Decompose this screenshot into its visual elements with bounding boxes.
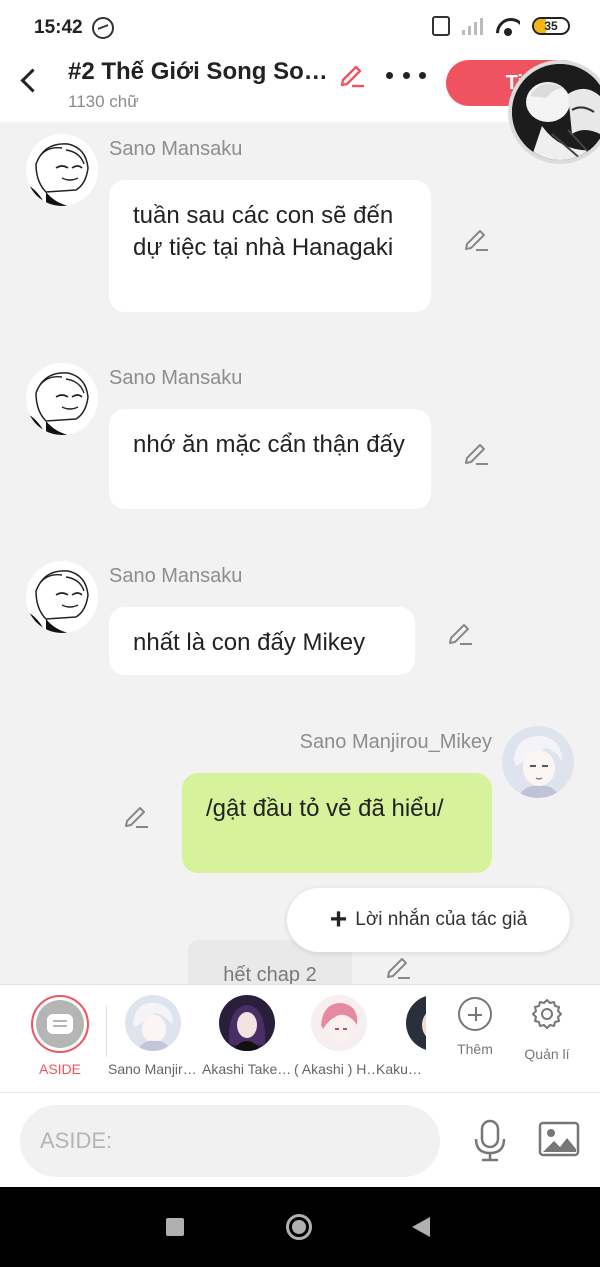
character-name: Sano Manjirou_Mikey — [108, 1061, 198, 1077]
character-bar: ASIDE Sano Manjirou_Mikey Akashi Takeomi… — [0, 984, 600, 1092]
sender-name: Sano Mansaku — [109, 367, 243, 389]
old-man-portrait — [26, 561, 98, 633]
home-icon[interactable] — [286, 1214, 312, 1240]
sender-name: Sano Manjirou_Mikey — [299, 731, 492, 753]
status-icons: 35 — [432, 16, 570, 36]
sender-name: Sano Mansaku — [109, 565, 243, 587]
avatar — [125, 995, 181, 1051]
pencil-icon[interactable] — [122, 801, 150, 829]
chat-area[interactable]: Sano Mansaku tuần sau các con sẽ đến dự … — [0, 122, 600, 984]
avatar[interactable] — [26, 134, 98, 206]
add-character-button[interactable]: Thêm — [440, 997, 510, 1057]
manage-label: Quản lí — [524, 1046, 570, 1062]
more-options-icon[interactable] — [386, 72, 426, 84]
pencil-icon[interactable] — [446, 618, 474, 646]
character-name: ( Akashi ) Haruchiyo — [294, 1061, 384, 1077]
message-bubble[interactable]: nhớ ăn mặc cẩn thận đấy — [109, 409, 431, 509]
author-note-button[interactable]: + Lời nhắn của tác giả — [287, 888, 570, 952]
add-label: Thêm — [457, 1041, 493, 1057]
aside-label: ASIDE — [38, 1061, 81, 1077]
character-name: Kakucho — [376, 1061, 426, 1077]
pencil-icon[interactable] — [338, 60, 366, 88]
signal-icon — [462, 17, 484, 35]
battery-icon: 35 — [532, 17, 570, 35]
input-bar — [0, 1092, 600, 1187]
mikey-portrait — [502, 726, 574, 798]
old-man-portrait — [26, 134, 98, 206]
message-input[interactable] — [20, 1105, 440, 1177]
message-bubble[interactable]: nhất là con đấy Mikey — [109, 607, 415, 675]
back-triangle-icon[interactable] — [412, 1217, 430, 1237]
chapter-title: #2 Thế Giới Song Song — [68, 58, 330, 85]
avatar — [311, 995, 367, 1051]
wifi-icon — [496, 16, 520, 36]
messenger-icon — [92, 17, 114, 39]
image-icon[interactable] — [538, 1121, 580, 1157]
battery-level: 35 — [544, 19, 558, 33]
message-bubble[interactable]: tuần sau các con sẽ đến dự tiệc tại nhà … — [109, 180, 431, 312]
pencil-icon[interactable] — [384, 952, 412, 980]
character-name: Akashi Takeomi — [202, 1061, 292, 1077]
sim-icon — [432, 16, 450, 36]
avatar — [406, 995, 426, 1051]
avatar[interactable] — [26, 363, 98, 435]
status-time: 15:42 — [34, 17, 83, 38]
status-bar: 15:42 35 — [0, 0, 600, 58]
character-item[interactable]: Akashi Takeomi — [202, 995, 292, 1077]
old-man-portrait — [26, 363, 98, 435]
message-icon — [47, 1014, 73, 1034]
microphone-icon[interactable] — [470, 1119, 510, 1163]
pencil-icon[interactable] — [462, 224, 490, 252]
avatar[interactable] — [26, 561, 98, 633]
app-header: #2 Thế Giới Song Song 1130 chữ Tiếp — [0, 58, 600, 164]
back-arrow-icon[interactable] — [18, 68, 38, 94]
character-item[interactable]: ( Akashi ) Haruchiyo — [294, 995, 384, 1077]
divider — [106, 1005, 107, 1057]
author-note-label: Lời nhắn của tác giả — [355, 909, 528, 930]
avatar — [219, 995, 275, 1051]
add-circle-icon — [458, 997, 492, 1031]
character-item[interactable]: Kakucho — [376, 995, 426, 1077]
character-item[interactable]: Sano Manjirou_Mikey — [108, 995, 198, 1077]
pencil-icon[interactable] — [462, 438, 490, 466]
message-bubble-own[interactable]: /gật đầu tỏ vẻ đã hiểu/ — [182, 773, 492, 873]
aside-button[interactable] — [31, 995, 89, 1053]
word-count: 1130 chữ — [68, 92, 139, 111]
sender-name: Sano Mansaku — [109, 138, 243, 160]
avatar[interactable] — [502, 726, 574, 798]
plus-icon: + — [329, 903, 348, 936]
system-nav-bar — [0, 1187, 600, 1267]
recent-apps-icon[interactable] — [166, 1218, 184, 1236]
gear-icon — [532, 999, 562, 1029]
manage-button[interactable]: Quản lí — [512, 997, 582, 1062]
